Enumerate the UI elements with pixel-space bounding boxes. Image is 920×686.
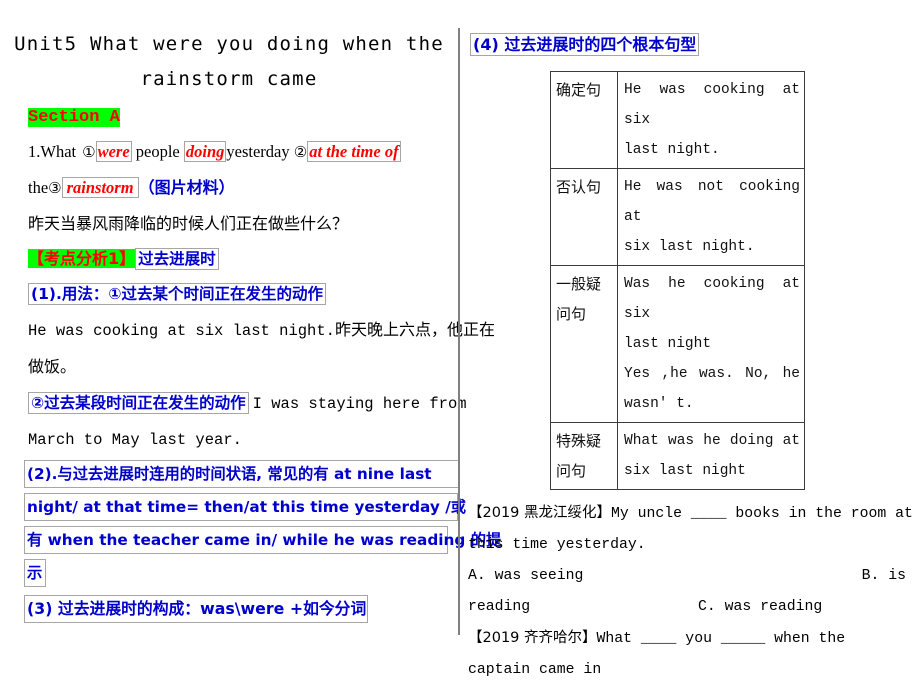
point-1-example-line2: 做饭。 xyxy=(28,357,77,376)
point-2-line4: 示 xyxy=(24,559,46,587)
row-content-negative: He was not cooking at six last night. xyxy=(617,168,805,266)
q1-blank-2: doing xyxy=(183,141,227,162)
point-3-row: (3) 过去进展时的构成：was\were +如今分词 xyxy=(0,590,458,626)
point-1-sub-example-1: I was staying here from xyxy=(252,395,467,413)
analysis-tag: 【考点分析1】 xyxy=(28,249,136,268)
table-row: 否认句 He was not cooking at six last night… xyxy=(550,168,805,266)
left-column: Unit5 What were you doing when the rains… xyxy=(0,0,501,650)
row-label-line: 特殊疑 xyxy=(556,432,602,450)
row-label-line: 一般疑 xyxy=(556,275,602,293)
analysis-heading-row: 【考点分析1】 过去进展时 xyxy=(0,242,458,276)
exercise-1-stem-part1: My uncle ____ books in the room at xyxy=(611,506,913,522)
point-1-sub-row: ②过去某段时间正在发生的动作 I was staying here from xyxy=(0,385,467,422)
exercise-1-options-row1: A. was seeing B. is xyxy=(462,561,920,592)
question-1-line2: the③ rainstorm （图片材料） xyxy=(0,170,458,206)
exercise-1-options-row2: reading C. was reading xyxy=(462,592,920,623)
q1-mid-2: yesterday xyxy=(226,142,290,161)
row-label-yesno-question: 一般疑 问句 xyxy=(550,265,618,423)
table-row: 一般疑 问句 Was he cooking at six last night … xyxy=(550,265,805,423)
exercise-1-option-a[interactable]: A. was seeing xyxy=(468,561,583,592)
q1-line2-prefix: the xyxy=(28,178,49,197)
point-1-heading-row: (1).用法：①过去某个时间正在发生的动作 xyxy=(0,276,458,312)
point-1-sub-example-2: March to May last year. xyxy=(28,431,242,449)
sentence-pattern-table: 确定句 He was cooking at six last night. 否认… xyxy=(550,71,805,490)
point-4-heading: (4) 过去进展时的四个根本句型 xyxy=(470,33,700,56)
sentence-line: last night xyxy=(624,336,712,352)
point-1-sub-heading: ②过去某段时间正在发生的动作 xyxy=(28,392,249,414)
q1-line2-suffix: （图片材料） xyxy=(138,178,235,197)
column-divider xyxy=(458,28,460,635)
exercise-2-source: 【2019 齐齐哈尔】 xyxy=(468,630,597,646)
sentence-line: six last night. xyxy=(624,239,755,255)
sentence-line: six last night xyxy=(624,463,746,479)
exercise-2-line2: captain came in xyxy=(468,662,602,678)
q1-number-2: ② xyxy=(293,143,308,161)
row-content-wh-question: What was he doing at six last night xyxy=(617,422,805,490)
question-1-translation: 昨天当暴风雨降临的时候人们正在做些什么？ xyxy=(28,214,349,233)
point-1-example-line1: He was cooking at six last night.昨天晚上六点，… xyxy=(0,312,495,349)
sentence-line: What was he doing at xyxy=(624,433,800,449)
point-2-line1: (2).与过去进展时连用的时间状语, 常见的有 at nine last xyxy=(24,460,460,488)
section-a-label: Section A xyxy=(28,108,120,127)
q1-prefix: 1.What xyxy=(28,142,77,161)
row-content-affirmative: He was cooking at six last night. xyxy=(617,71,805,169)
row-label-line: 问句 xyxy=(556,462,587,480)
point-2-line1-row: (2).与过去进展时连用的时间状语, 常见的有 at nine last xyxy=(0,458,460,491)
exercise-2-stem-part1: What ____ you _____ when the xyxy=(596,631,846,647)
exercise-1-option-b[interactable]: B. is xyxy=(862,561,906,592)
sentence-line: last night. xyxy=(624,142,720,158)
document-title-line2: rainstorm came xyxy=(140,68,318,90)
document-page: Unit5 What were you doing when the rains… xyxy=(0,0,920,678)
sentence-line: He was cooking at six xyxy=(624,82,800,128)
analysis-topic: 过去进展时 xyxy=(135,248,219,270)
q1-number-3: ③ xyxy=(48,179,62,197)
point-4-heading-row: (4) 过去进展时的四个根本句型 xyxy=(462,0,920,61)
section-a-row: Section A xyxy=(0,96,458,134)
sentence-line: He was not cooking at xyxy=(624,179,800,225)
exercise-1-option-b-cont[interactable]: reading xyxy=(468,599,530,615)
exercise-1-line1: 【2019 黑龙江绥化】My uncle ____ books in the r… xyxy=(462,490,920,530)
point-2-line3-row: 有 when the teacher came in/ while he was… xyxy=(0,524,501,557)
point-3-line1: (3) 过去进展时的构成：was\were +如今分词 xyxy=(24,595,369,623)
point-1-heading: (1).用法：①过去某个时间正在发生的动作 xyxy=(28,283,326,305)
table-row: 确定句 He was cooking at six last night. xyxy=(550,71,805,169)
right-column: (4) 过去进展时的四个根本句型 确定句 He was cooking at s… xyxy=(462,0,920,678)
exercise-1-source: 【2019 黑龙江绥化】 xyxy=(468,505,612,521)
exercise-2-line1: 【2019 齐齐哈尔】What ____ you _____ when the xyxy=(462,623,920,655)
point-2-line2: night/ at that time= then/at this time y… xyxy=(24,493,466,521)
q1-blank-1: were xyxy=(95,141,132,162)
point-2-line2-row: night/ at that time= then/at this time y… xyxy=(0,491,466,524)
q1-blank-3: at the time of xyxy=(307,141,401,162)
row-label-affirmative: 确定句 xyxy=(550,71,618,169)
sentence-line: Was he cooking at six xyxy=(624,276,800,322)
exercise-1-option-c[interactable]: C. was reading xyxy=(698,599,822,615)
document-title-line1: Unit5 What were you doing when the xyxy=(14,33,444,55)
table-row: 特殊疑 问句 What was he doing at six last nig… xyxy=(550,422,805,490)
point-2-line3: 有 when the teacher came in/ while he was… xyxy=(24,526,501,554)
sentence-line: wasn' t. xyxy=(624,396,694,412)
q1-number-1: ① xyxy=(82,143,96,161)
row-label-line: 问句 xyxy=(556,305,587,323)
exercise-1-line2: this time yesterday. xyxy=(468,537,646,553)
sentence-line: Yes ,he was. No, he xyxy=(624,366,800,382)
point-1-example-en: He was cooking at six last night. xyxy=(28,322,335,340)
point-2-line4-row: 示 xyxy=(0,557,458,590)
q1-blank-4: rainstorm xyxy=(61,177,139,198)
row-content-yesno-question: Was he cooking at six last night Yes ,he… xyxy=(617,265,805,423)
row-label-negative: 否认句 xyxy=(550,168,618,266)
question-1-line1: 1.What ① were people doing yesterday ② at th… xyxy=(0,134,458,170)
q1-mid-1: people xyxy=(135,142,180,161)
row-label-wh-question: 特殊疑 问句 xyxy=(550,422,618,490)
